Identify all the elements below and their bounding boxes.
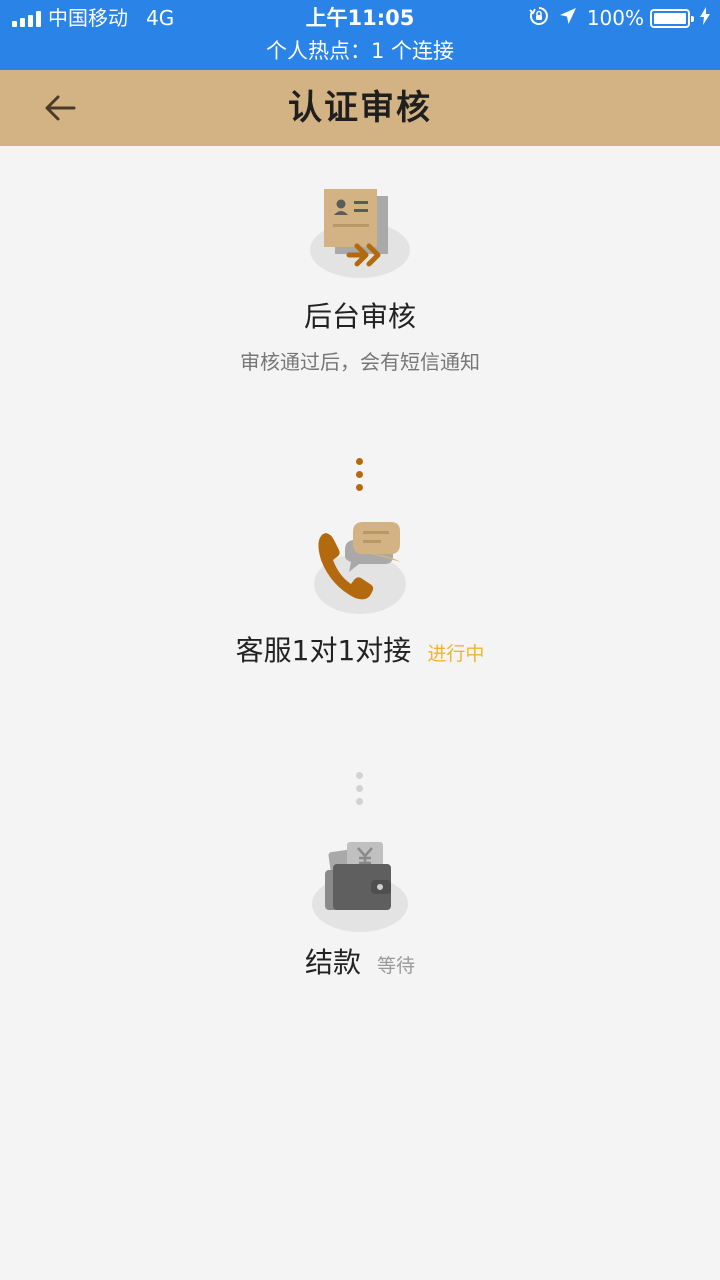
document-transfer-icon	[305, 184, 415, 284]
step-title-backend-review: 后台审核	[303, 300, 416, 333]
status-bar: 中国移动 4G 上午11:05 100%	[0, 0, 720, 36]
progress-connector-1	[356, 458, 364, 497]
page-title: 认证审核	[288, 88, 432, 128]
battery-percent: 100%	[586, 6, 644, 30]
step-subtitle-backend-review: 审核通过后，会有短信通知	[240, 350, 480, 374]
charging-bolt-icon	[700, 7, 710, 29]
location-arrow-icon	[559, 7, 577, 29]
step-title-customer-service: 客服1对1对接	[235, 634, 412, 667]
status-badge-in-progress: 进行中	[427, 643, 485, 665]
status-bar-area: 中国移动 4G 上午11:05 100% 个人热点：1 个连接	[0, 0, 720, 70]
battery-icon	[650, 8, 694, 28]
step-title-settlement: 结款	[304, 946, 361, 979]
hotspot-banner[interactable]: 个人热点：1 个连接	[0, 36, 720, 68]
rotation-lock-icon	[529, 6, 549, 30]
status-right: 100%	[529, 6, 710, 30]
nav-bar: 认证审核	[0, 70, 720, 146]
progress-connector-2	[356, 772, 364, 811]
wallet-yuan-icon	[305, 836, 415, 936]
step-row-settlement: 结款 等待	[0, 943, 720, 986]
phone-chat-icon	[305, 516, 415, 616]
step-row-customer-service: 客服1对1对接 进行中	[0, 631, 720, 674]
status-badge-waiting: 等待	[377, 955, 416, 977]
